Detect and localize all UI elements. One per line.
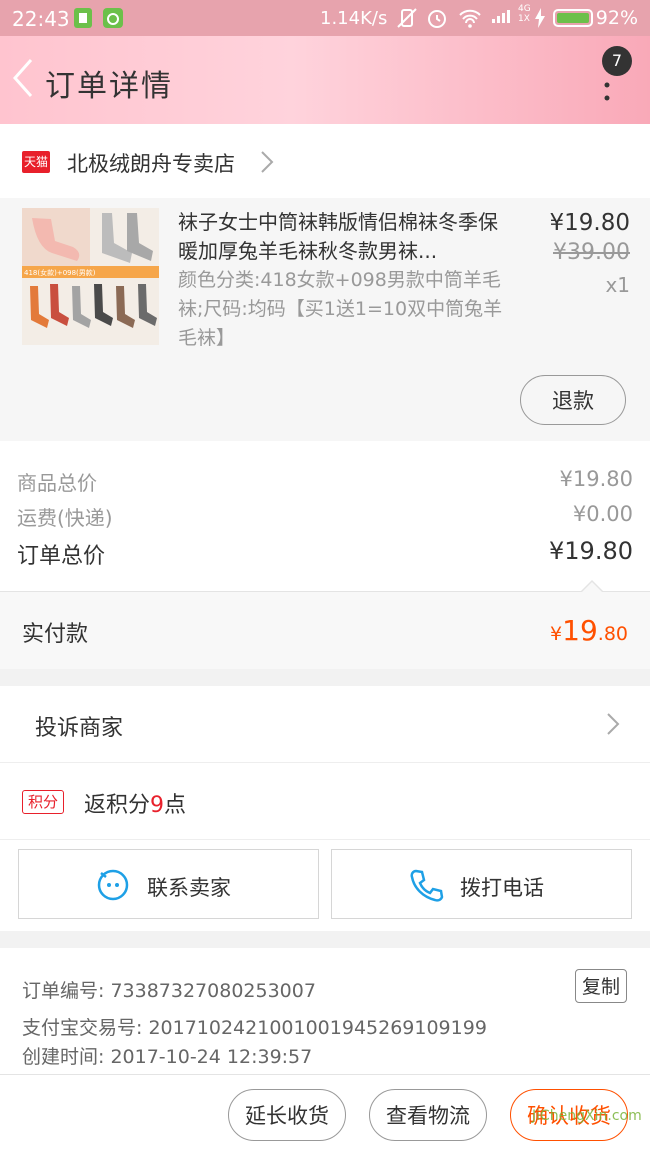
tmall-logo: 天猫 (22, 151, 50, 173)
store-name[interactable]: 北极绒朗舟专卖店 (67, 148, 235, 178)
message-count-badge[interactable]: 7 (602, 46, 632, 76)
store-row[interactable]: 天猫 北极绒朗舟专卖店 (0, 124, 650, 198)
chevron-right-icon (606, 712, 620, 740)
actual-paid-row: 实付款 ¥19.80 (0, 580, 650, 669)
sim-card-icon (72, 7, 94, 29)
complain-merchant-row[interactable]: 投诉商家 (0, 686, 650, 763)
svg-text:418(女款)+098(男款): 418(女款)+098(男款) (24, 268, 96, 277)
order-total-value: ¥19.80 (549, 537, 633, 565)
signal-icon (492, 6, 516, 30)
alipay-trade-number: 支付宝交易号: 2017102421001001945269109199 (22, 1017, 487, 1039)
product-spec: 颜色分类:418女款+098男款中筒羊毛袜;尺码:均码【买1送1=10双中筒兔羊… (178, 269, 503, 349)
copy-button[interactable]: 复制 (575, 969, 627, 1003)
view-logistics-button[interactable]: 查看物流 (369, 1089, 487, 1141)
goods-total-label: 商品总价 (17, 471, 97, 495)
alarm-icon (426, 7, 448, 29)
contact-seller-button[interactable]: 联系卖家 (18, 849, 319, 919)
more-menu-icon[interactable] (604, 82, 610, 106)
status-bar: 22:43 1.14K/s 4G 1X 92% (0, 0, 650, 36)
page-title: 订单详情 (45, 69, 173, 104)
goods-total-value: ¥19.80 (559, 467, 633, 491)
status-time: 22:43 (12, 7, 70, 31)
order-total-label: 订单总价 (17, 544, 106, 569)
battery-percent: 92% (595, 7, 638, 29)
points-text: 返积分9点 (84, 793, 187, 818)
price-summary: 商品总价 ¥19.80 运费(快递) ¥0.00 订单总价 ¥19.80 (0, 441, 650, 591)
vibrate-off-icon (396, 7, 418, 29)
watermark: JiChengXin.com (532, 1108, 642, 1124)
back-arrow-icon[interactable] (12, 58, 34, 102)
complain-merchant-label: 投诉商家 (35, 716, 124, 741)
contact-seller-label: 联系卖家 (147, 876, 231, 900)
created-time: 创建时间: 2017-10-24 12:39:57 (22, 1046, 313, 1068)
shipping-label: 运费(快递) (17, 506, 113, 530)
actual-paid-value: ¥19.80 (550, 614, 628, 647)
contact-buttons: 联系卖家 拨打电话 (0, 840, 650, 931)
points-row: 积分 返积分9点 (0, 763, 650, 840)
actual-paid-label: 实付款 (22, 622, 89, 647)
app-notification-icon (102, 7, 124, 29)
shipping-value: ¥0.00 (572, 502, 633, 526)
order-number: 订单编号: 73387327080253007 (22, 980, 316, 1002)
page-header: 订单详情 7 (0, 36, 650, 124)
phone-icon (408, 867, 444, 907)
wifi-icon (458, 7, 481, 29)
extend-receipt-button[interactable]: 延长收货 (228, 1089, 346, 1141)
refund-button[interactable]: 退款 (520, 375, 626, 425)
product-item[interactable]: 418(女款)+098(男款) 袜子女士中筒袜韩版情侣棉袜冬季保暖加厚兔羊毛袜秋… (0, 198, 650, 441)
product-title[interactable]: 袜子女士中筒袜韩版情侣棉袜冬季保暖加厚兔羊毛袜秋冬款男袜... (178, 208, 508, 266)
points-tag: 积分 (22, 790, 64, 814)
chat-bubble-icon (95, 867, 131, 907)
product-quantity: x1 (605, 273, 630, 297)
call-phone-label: 拨打电话 (460, 876, 544, 900)
network-speed: 1.14K/s (320, 8, 388, 29)
product-thumbnail[interactable]: 418(女款)+098(男款) (22, 208, 159, 345)
network-type: 4G 1X (518, 4, 531, 24)
order-info: 订单编号: 73387327080253007 复制 支付宝交易号: 20171… (0, 948, 650, 1074)
battery-icon (553, 9, 593, 27)
product-original-price: ¥39.00 (553, 240, 630, 265)
product-price: ¥19.80 (549, 210, 630, 236)
call-phone-button[interactable]: 拨打电话 (331, 849, 632, 919)
chevron-right-icon (260, 150, 274, 178)
